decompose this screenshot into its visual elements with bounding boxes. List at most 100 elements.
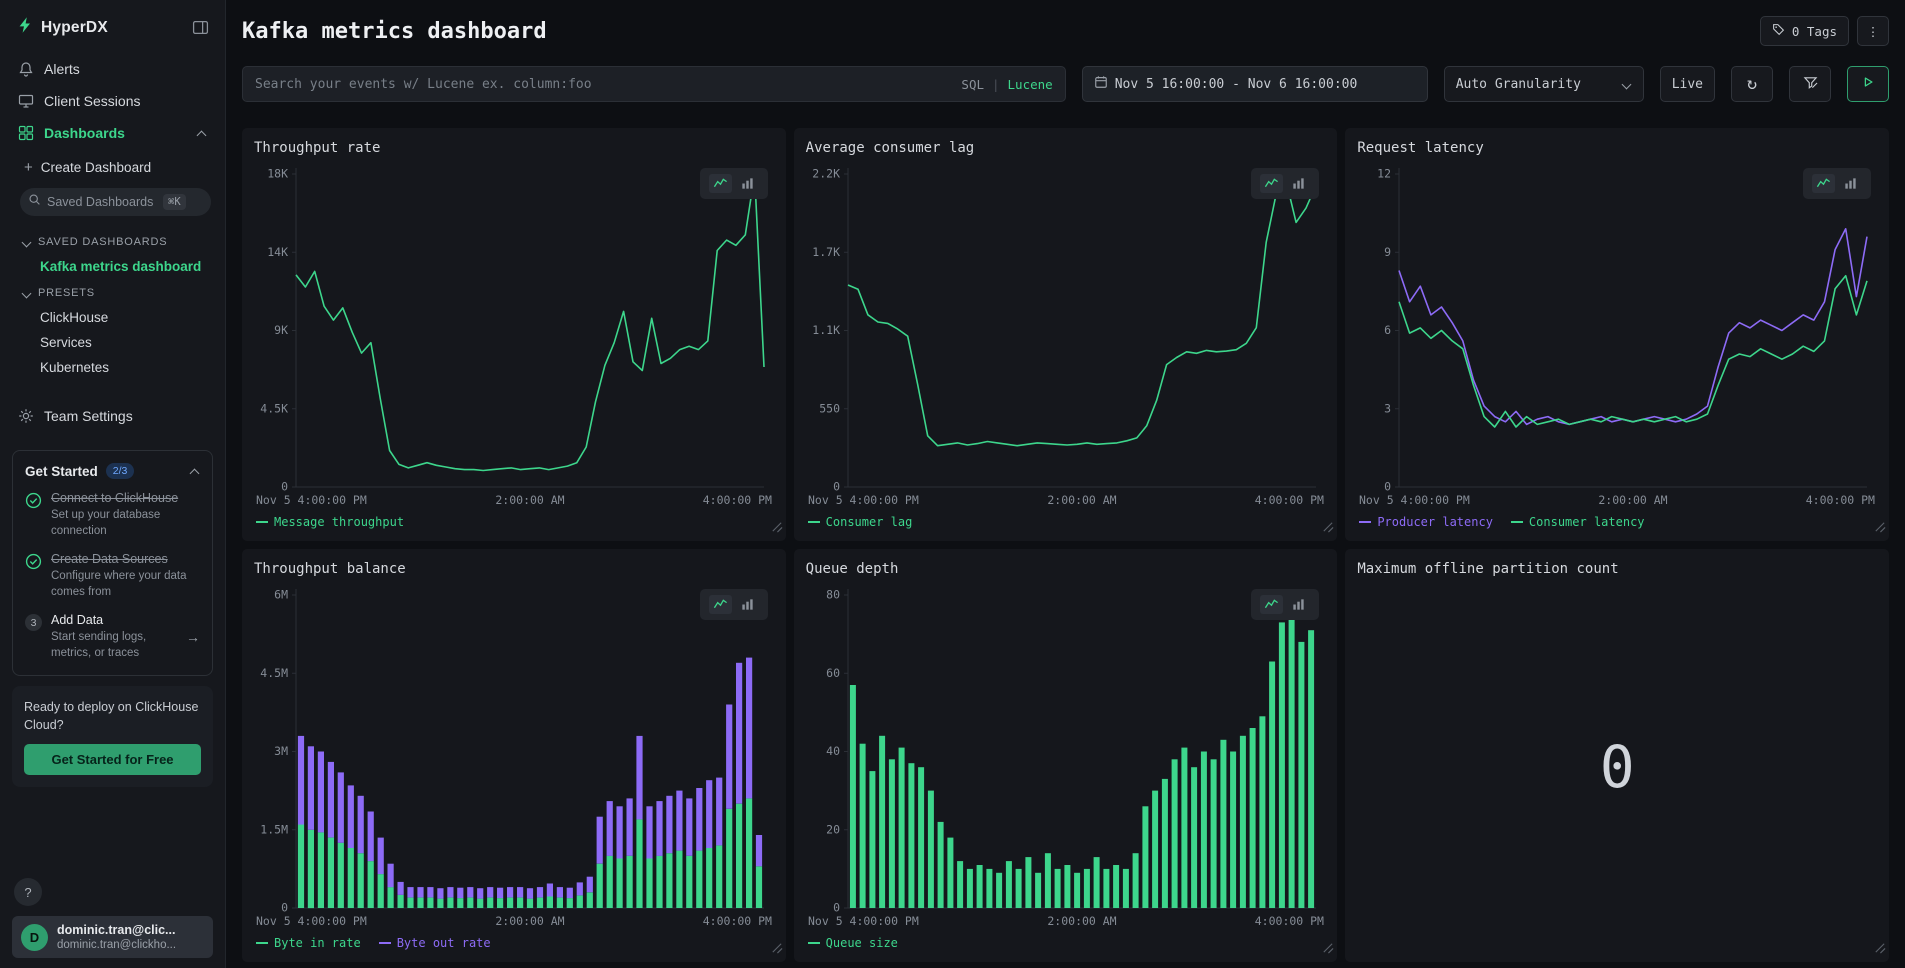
throughput-balance-chart[interactable]: 01.5M3M4.5M6MNov 5 4:00:00 PM2:00:00 AM4…	[254, 581, 774, 930]
metric-value: 0	[1357, 577, 1877, 956]
request-latency-chart[interactable]: 036912Nov 5 4:00:00 PM2:00:00 AM4:00:00 …	[1357, 160, 1877, 509]
create-dashboard-button[interactable]: + Create Dashboard	[20, 151, 211, 184]
line-chart-icon[interactable]	[709, 174, 732, 193]
chart-type-toggle	[700, 168, 768, 199]
presets-section-label: PRESETS	[38, 287, 95, 299]
tags-button[interactable]: 0 Tags	[1760, 16, 1849, 46]
filter-button[interactable]	[1789, 66, 1831, 102]
bar-chart-icon[interactable]	[1839, 174, 1862, 193]
resize-handle[interactable]	[770, 941, 783, 959]
saved-dashboards-section-toggle[interactable]: SAVED DASHBOARDS	[20, 228, 211, 254]
chevron-down-icon	[1622, 79, 1632, 89]
bar-chart-icon[interactable]	[736, 174, 759, 193]
bar-chart-icon[interactable]	[1287, 174, 1310, 193]
svg-text:1.7K: 1.7K	[812, 245, 840, 259]
live-button[interactable]: Live	[1660, 66, 1715, 102]
arrow-right-icon: →	[186, 629, 200, 645]
svg-text:4:00:00 PM: 4:00:00 PM	[1254, 493, 1323, 507]
calendar-icon	[1094, 75, 1108, 93]
legend-item: Consumer latency	[1511, 515, 1645, 529]
panel-title: Maximum offline partition count	[1357, 561, 1877, 577]
sidebar-item-kafka-metrics-dashboard[interactable]: Kafka metrics dashboard	[20, 254, 211, 279]
svg-text:80: 80	[826, 588, 840, 602]
svg-text:Nov 5 4:00:00 PM: Nov 5 4:00:00 PM	[808, 493, 919, 507]
granularity-select[interactable]: Auto Granularity	[1444, 66, 1644, 102]
svg-text:4.5K: 4.5K	[260, 401, 288, 415]
brand[interactable]: HyperDX	[16, 16, 108, 39]
page-title: Kafka metrics dashboard	[242, 19, 547, 44]
resize-handle[interactable]	[1873, 520, 1886, 538]
svg-text:Nov 5 4:00:00 PM: Nov 5 4:00:00 PM	[1359, 493, 1470, 507]
panel-queue-depth: Queue depth 020406080Nov 5 4:00:00 PM2:0…	[794, 549, 1338, 962]
average-consumer-lag-chart[interactable]: 05501.1K1.7K2.2KNov 5 4:00:00 PM2:00:00 …	[806, 160, 1326, 509]
sidebar-item-clickhouse[interactable]: ClickHouse	[20, 305, 211, 330]
step-title: Connect to ClickHouse	[51, 491, 200, 505]
sidebar-item-services[interactable]: Services	[20, 330, 211, 355]
event-search-input[interactable]	[255, 77, 951, 92]
step-title: Add Data	[51, 613, 177, 627]
saved-dashboards-search-input[interactable]	[47, 195, 157, 209]
gear-icon	[18, 408, 34, 424]
sidebar-footer: ? D dominic.tran@clic... dominic.tran@cl…	[12, 868, 213, 958]
help-button[interactable]: ?	[14, 878, 42, 906]
lucene-toggle[interactable]: Lucene	[1008, 77, 1053, 92]
nav-team-settings[interactable]: Team Settings	[12, 400, 213, 432]
resize-handle[interactable]	[770, 520, 783, 538]
team-settings-label: Team Settings	[44, 408, 133, 424]
line-chart-icon[interactable]	[1260, 595, 1283, 614]
sidebar-item-kubernetes[interactable]: Kubernetes	[20, 355, 211, 380]
nav-dashboards-label: Dashboards	[44, 125, 125, 141]
legend: Message throughput	[254, 509, 774, 535]
granularity-value: Auto Granularity	[1456, 77, 1581, 92]
step-connect-clickhouse[interactable]: Connect to ClickHouse Set up your databa…	[25, 491, 200, 539]
svg-text:3M: 3M	[274, 744, 288, 758]
run-query-button[interactable]	[1847, 66, 1889, 102]
resize-handle[interactable]	[1873, 941, 1886, 959]
toggle-divider: |	[992, 77, 1000, 92]
resize-handle[interactable]	[1321, 520, 1334, 538]
bar-chart-icon[interactable]	[1287, 595, 1310, 614]
step-create-data-sources[interactable]: Create Data Sources Configure where your…	[25, 552, 200, 600]
date-range-picker[interactable]: Nov 5 16:00:00 - Nov 6 16:00:00	[1082, 66, 1428, 102]
avatar: D	[21, 924, 48, 951]
chart-type-toggle	[1803, 168, 1871, 199]
nav-client-sessions[interactable]: Client Sessions	[12, 85, 213, 117]
bar-chart-icon[interactable]	[736, 595, 759, 614]
nav-dashboards[interactable]: Dashboards	[12, 117, 213, 149]
sql-toggle[interactable]: SQL	[961, 77, 984, 92]
throughput-rate-chart[interactable]: 04.5K9K14K18KNov 5 4:00:00 PM2:00:00 AM4…	[254, 160, 774, 509]
queue-depth-chart[interactable]: 020406080Nov 5 4:00:00 PM2:00:00 AM4:00:…	[806, 581, 1326, 930]
get-started-free-button[interactable]: Get Started for Free	[24, 744, 201, 775]
svg-text:6M: 6M	[274, 588, 288, 602]
nav-alerts[interactable]: Alerts	[12, 53, 213, 85]
refresh-button[interactable]: ↻	[1731, 66, 1773, 102]
saved-dashboards-search[interactable]: ⌘K	[20, 188, 211, 216]
line-chart-icon[interactable]	[709, 595, 732, 614]
panel-throughput-balance: Throughput balance 01.5M3M4.5M6MNov 5 4:…	[242, 549, 786, 962]
search-icon	[28, 193, 41, 211]
deploy-promo: Ready to deploy on ClickHouse Cloud? Get…	[12, 686, 213, 787]
event-search[interactable]: SQL | Lucene	[242, 66, 1066, 102]
svg-text:1.5M: 1.5M	[260, 822, 288, 836]
resize-handle[interactable]	[1321, 941, 1334, 959]
presets-section-toggle[interactable]: PRESETS	[20, 279, 211, 305]
line-chart-icon[interactable]	[1260, 174, 1283, 193]
collapse-sidebar-icon[interactable]	[192, 19, 209, 36]
step-add-data[interactable]: 3 Add Data Start sending logs, metrics, …	[25, 613, 200, 661]
svg-text:9: 9	[1384, 245, 1391, 259]
svg-text:0: 0	[1384, 480, 1391, 494]
chart-type-toggle	[1251, 589, 1319, 620]
hyperdx-logo-icon	[16, 16, 34, 39]
dashboards-submenu: + Create Dashboard ⌘K SAVED DASHBOARDS K…	[12, 149, 213, 386]
progress-badge: 2/3	[106, 463, 135, 479]
svg-text:14K: 14K	[267, 245, 288, 259]
line-chart-icon[interactable]	[1812, 174, 1835, 193]
create-dashboard-label: Create Dashboard	[41, 160, 151, 175]
more-menu-button[interactable]: ⋮	[1857, 16, 1889, 46]
user-menu[interactable]: D dominic.tran@clic... dominic.tran@clic…	[12, 916, 213, 958]
filter-icon	[1803, 75, 1818, 94]
refresh-icon: ↻	[1747, 76, 1757, 93]
nav-alerts-label: Alerts	[44, 61, 80, 77]
svg-text:2:00:00 AM: 2:00:00 AM	[495, 914, 564, 928]
get-started-header[interactable]: Get Started 2/3	[25, 463, 200, 479]
